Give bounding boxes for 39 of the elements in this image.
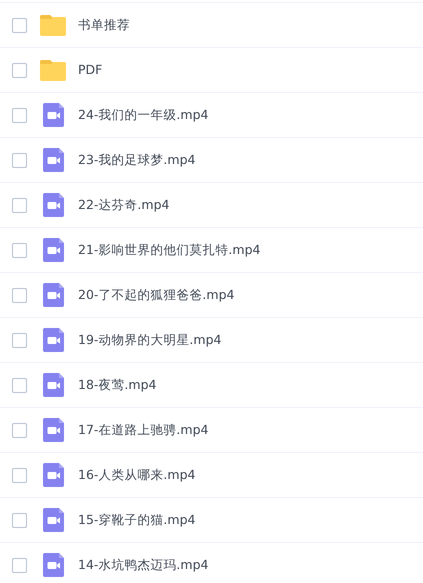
folder-icon [40,60,66,80]
file-name[interactable]: 14-水坑鸭杰迈玛.mp4 [78,556,208,574]
file-name[interactable]: 21-影响世界的他们莫扎特.mp4 [78,240,260,260]
file-name[interactable]: 17-在道路上驰骋.mp4 [78,420,208,440]
video-file-icon [42,283,64,307]
file-name[interactable]: 23-我的足球梦.mp4 [78,150,196,170]
checkbox[interactable] [12,468,27,482]
video-file-icon [42,463,64,487]
file-name[interactable]: 18-夜莺.mp4 [78,376,156,394]
folder-icon [40,14,66,36]
video-file-icon [42,418,64,442]
file-name[interactable]: 16-人类从哪来.mp4 [78,466,196,484]
file-name[interactable]: 15-穿靴子的猫.mp4 [78,510,196,530]
video-file-icon [42,553,64,577]
file-name[interactable]: 24-我们的一年级.mp4 [78,106,208,124]
video-file-icon [42,508,64,532]
checkbox[interactable] [12,558,27,572]
folder-name[interactable]: PDF [78,60,102,80]
checkbox[interactable] [12,198,27,212]
checkbox[interactable] [12,332,27,348]
checkbox[interactable] [12,62,27,78]
checkbox[interactable] [12,152,27,168]
checkbox[interactable] [12,512,27,528]
checkbox[interactable] [12,242,27,258]
video-file-icon [42,103,64,127]
folder-name[interactable]: 书单推荐 [78,16,130,34]
checkbox[interactable] [12,108,27,122]
file-name[interactable]: 22-达芬奇.mp4 [78,196,170,214]
file-name[interactable]: 19-动物界的大明星.mp4 [78,330,222,350]
checkbox[interactable] [12,18,27,32]
video-file-icon [42,373,64,397]
checkbox[interactable] [12,288,27,302]
video-file-icon [42,328,64,352]
video-file-icon [42,148,64,172]
video-file-icon [42,238,64,262]
video-file-icon [42,193,64,217]
checkbox[interactable] [12,422,27,438]
checkbox[interactable] [12,378,27,392]
file-name[interactable]: 20-了不起的狐狸爸爸.mp4 [78,286,234,304]
